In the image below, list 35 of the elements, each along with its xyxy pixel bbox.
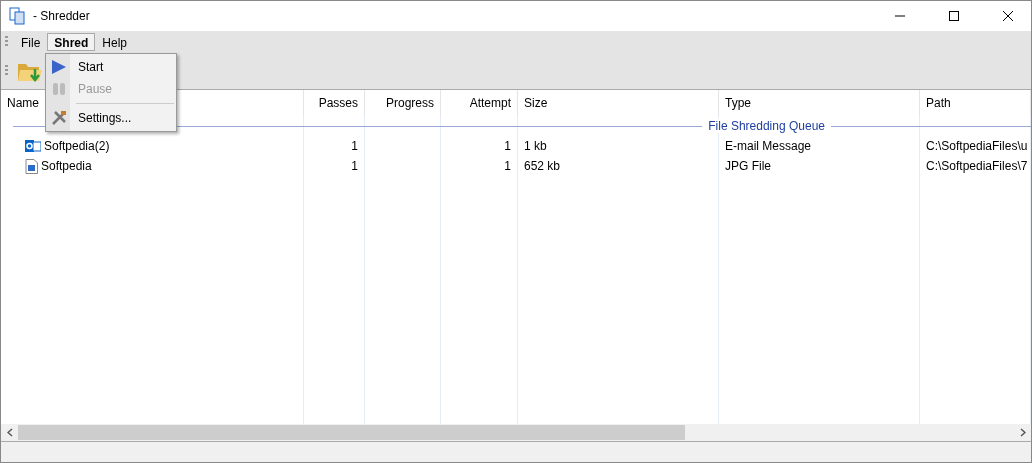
scroll-right-icon[interactable] [1019,428,1026,437]
scroll-left-icon[interactable] [6,428,13,437]
group-header: File Shredding Queue [708,119,825,133]
column-header[interactable]: Size [518,90,719,116]
table-cell: 652 kb [524,159,561,173]
play-icon [50,59,68,75]
menu-item[interactable]: Start [46,56,176,78]
close-icon[interactable] [1003,11,1013,21]
table-cell: 1 [504,159,511,173]
table-cell: C:\SoftpediaFiles\7 [926,159,1028,173]
column-header[interactable]: Passes [304,90,365,116]
window-title: - Shredder [33,9,91,23]
table-cell: C:\SoftpediaFiles\u [926,139,1028,153]
menu-item[interactable]: File [14,33,48,51]
menu-item[interactable]: Help [95,33,135,51]
table-cell: 1 [351,159,358,173]
tools-icon [50,110,68,126]
column-header[interactable]: Path [920,90,1031,116]
column-header[interactable]: Type [719,90,920,116]
table-cell: Softpedia(2) [44,139,110,153]
table-cell: 1 [504,139,511,153]
horizontal-scrollbar[interactable] [1,424,1031,441]
column-header[interactable]: Progress [365,90,441,116]
table-cell: JPG File [725,159,771,173]
mail-icon [25,139,41,153]
menu-item[interactable]: Shred [47,33,96,51]
pause-icon [50,81,68,97]
app-icon [9,7,25,25]
table-cell: E-mail Message [725,139,812,153]
image-file-icon [25,158,38,174]
table-cell: Softpedia [41,159,92,173]
maximize-icon[interactable] [949,11,959,21]
table-cell: 1 kb [524,139,547,153]
table-cell: 1 [351,139,358,153]
column-header[interactable]: Attempt [441,90,518,116]
